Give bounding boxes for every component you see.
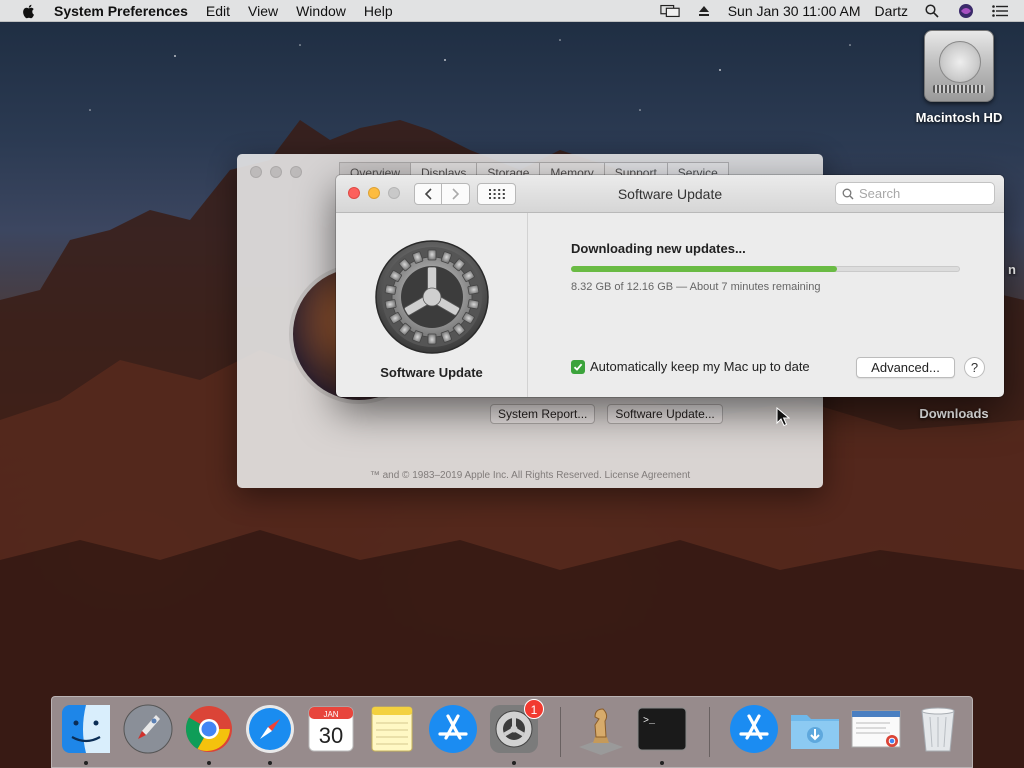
- title-bar: Software Update: [336, 175, 1004, 213]
- traffic-lights: [348, 187, 400, 199]
- apple-menu-icon[interactable]: [20, 2, 38, 20]
- advanced-button[interactable]: Advanced...: [856, 357, 955, 378]
- window-menu[interactable]: Window: [296, 3, 346, 19]
- dock-item-app-store[interactable]: [427, 703, 479, 755]
- system-report-button[interactable]: System Report...: [490, 404, 596, 424]
- spotlight-search-icon[interactable]: [922, 3, 942, 19]
- about-window-traffic-lights: [250, 166, 302, 178]
- macintosh-hd-desktop-icon[interactable]: Macintosh HD: [906, 30, 1012, 125]
- grid-icon: [488, 189, 505, 199]
- show-all-button[interactable]: [477, 183, 516, 205]
- dock-item-finder[interactable]: [60, 703, 112, 765]
- checkmark-icon: [573, 363, 583, 371]
- trash-icon: [921, 707, 955, 752]
- notification-center-icon[interactable]: [990, 3, 1010, 19]
- calendar-month: JAN: [323, 710, 338, 719]
- search-icon: [842, 188, 854, 199]
- dock-item-notes[interactable]: [366, 703, 418, 755]
- help-menu[interactable]: Help: [364, 3, 393, 19]
- view-menu[interactable]: View: [248, 3, 278, 19]
- update-status-panel: Downloading new updates... 8.32 GB of 12…: [528, 213, 1004, 397]
- downloads-desktop-label[interactable]: Downloads: [904, 406, 1004, 421]
- clock[interactable]: Sun Jan 30 11:00 AM: [728, 3, 861, 19]
- document-icon: [851, 710, 901, 748]
- download-progress-bar: [571, 266, 960, 272]
- dock-item-document[interactable]: [850, 703, 902, 755]
- notification-badge: 1: [524, 699, 544, 719]
- menu-bar: System Preferences Edit View Window Help…: [0, 0, 1024, 22]
- auto-update-option[interactable]: Automatically keep my Mac up to date: [571, 359, 810, 374]
- download-progress-fill: [571, 266, 838, 272]
- edit-menu[interactable]: Edit: [206, 3, 230, 19]
- auto-update-label[interactable]: Automatically keep my Mac up to date: [590, 359, 810, 374]
- dock-item-downloads[interactable]: [789, 703, 841, 755]
- download-status-detail: 8.32 GB of 12.16 GB — About 7 minutes re…: [571, 281, 821, 293]
- app-store-icon: [429, 705, 477, 753]
- chess-icon: [579, 708, 623, 755]
- terminal-prompt: >_: [643, 716, 656, 727]
- calendar-day: 30: [319, 723, 343, 748]
- search-input[interactable]: [859, 186, 989, 201]
- close-button[interactable]: [348, 187, 360, 199]
- display-mirroring-icon[interactable]: [660, 3, 680, 19]
- forward-button[interactable]: [442, 183, 470, 205]
- zoom-button[interactable]: [388, 187, 400, 199]
- minimize-button[interactable]: [368, 187, 380, 199]
- search-field[interactable]: [835, 182, 995, 205]
- notes-icon: [371, 706, 413, 752]
- running-indicator: [84, 761, 88, 765]
- app-store-icon: [730, 705, 778, 753]
- launchpad-icon: [123, 704, 173, 754]
- download-status-title: Downloading new updates...: [571, 241, 746, 256]
- siri-icon[interactable]: [956, 3, 976, 19]
- eject-icon[interactable]: [694, 3, 714, 19]
- dock-item-chess[interactable]: [575, 703, 627, 755]
- dock-item-app-store-2[interactable]: [728, 703, 780, 755]
- running-indicator: [512, 761, 516, 765]
- about-buttons: System Report... Software Update...: [490, 404, 723, 424]
- dock-item-terminal[interactable]: >_: [636, 703, 688, 765]
- dock-item-calendar[interactable]: JAN 30: [305, 703, 357, 755]
- running-indicator: [268, 761, 272, 765]
- dock-item-safari[interactable]: [244, 703, 296, 765]
- app-menu[interactable]: System Preferences: [54, 3, 188, 19]
- macintosh-hd-label: Macintosh HD: [915, 110, 1003, 125]
- pane-label: Software Update: [380, 365, 483, 380]
- running-indicator: [660, 761, 664, 765]
- dock-item-trash[interactable]: [912, 703, 964, 755]
- safari-icon: [246, 705, 294, 753]
- status-menus: Sun Jan 30 11:00 AM Dartz: [646, 0, 1024, 22]
- dock-separator: [560, 707, 561, 757]
- chrome-icon: [185, 706, 232, 752]
- calendar-icon: JAN 30: [308, 706, 354, 752]
- dock-separator: [709, 707, 710, 757]
- navigation-buttons: [414, 183, 470, 205]
- terminal-icon: >_: [637, 707, 687, 751]
- back-button[interactable]: [414, 183, 442, 205]
- software-update-button[interactable]: Software Update...: [607, 404, 723, 424]
- mouse-cursor-icon: [776, 407, 790, 427]
- hard-drive-icon: [924, 30, 994, 102]
- gear-icon: [374, 239, 490, 355]
- chevron-right-icon: [451, 188, 459, 200]
- software-update-sidebar: Software Update: [336, 213, 528, 397]
- dock-item-system-preferences[interactable]: 1: [488, 699, 544, 765]
- dock-item-launchpad[interactable]: [122, 703, 174, 755]
- dock-item-chrome[interactable]: [183, 703, 235, 765]
- help-button[interactable]: ?: [964, 357, 985, 378]
- dock: JAN 30 1 >_: [51, 696, 973, 768]
- about-footer: ™ and © 1983–2019 Apple Inc. All Rights …: [369, 470, 691, 481]
- software-update-window: Software Update Search Software Update D…: [336, 175, 1004, 397]
- running-indicator: [207, 761, 211, 765]
- user-menu[interactable]: Dartz: [875, 3, 908, 19]
- chevron-left-icon: [424, 188, 432, 200]
- finder-icon: [62, 705, 110, 753]
- auto-update-checkbox[interactable]: [571, 359, 585, 374]
- downloads-folder-icon: [791, 715, 839, 749]
